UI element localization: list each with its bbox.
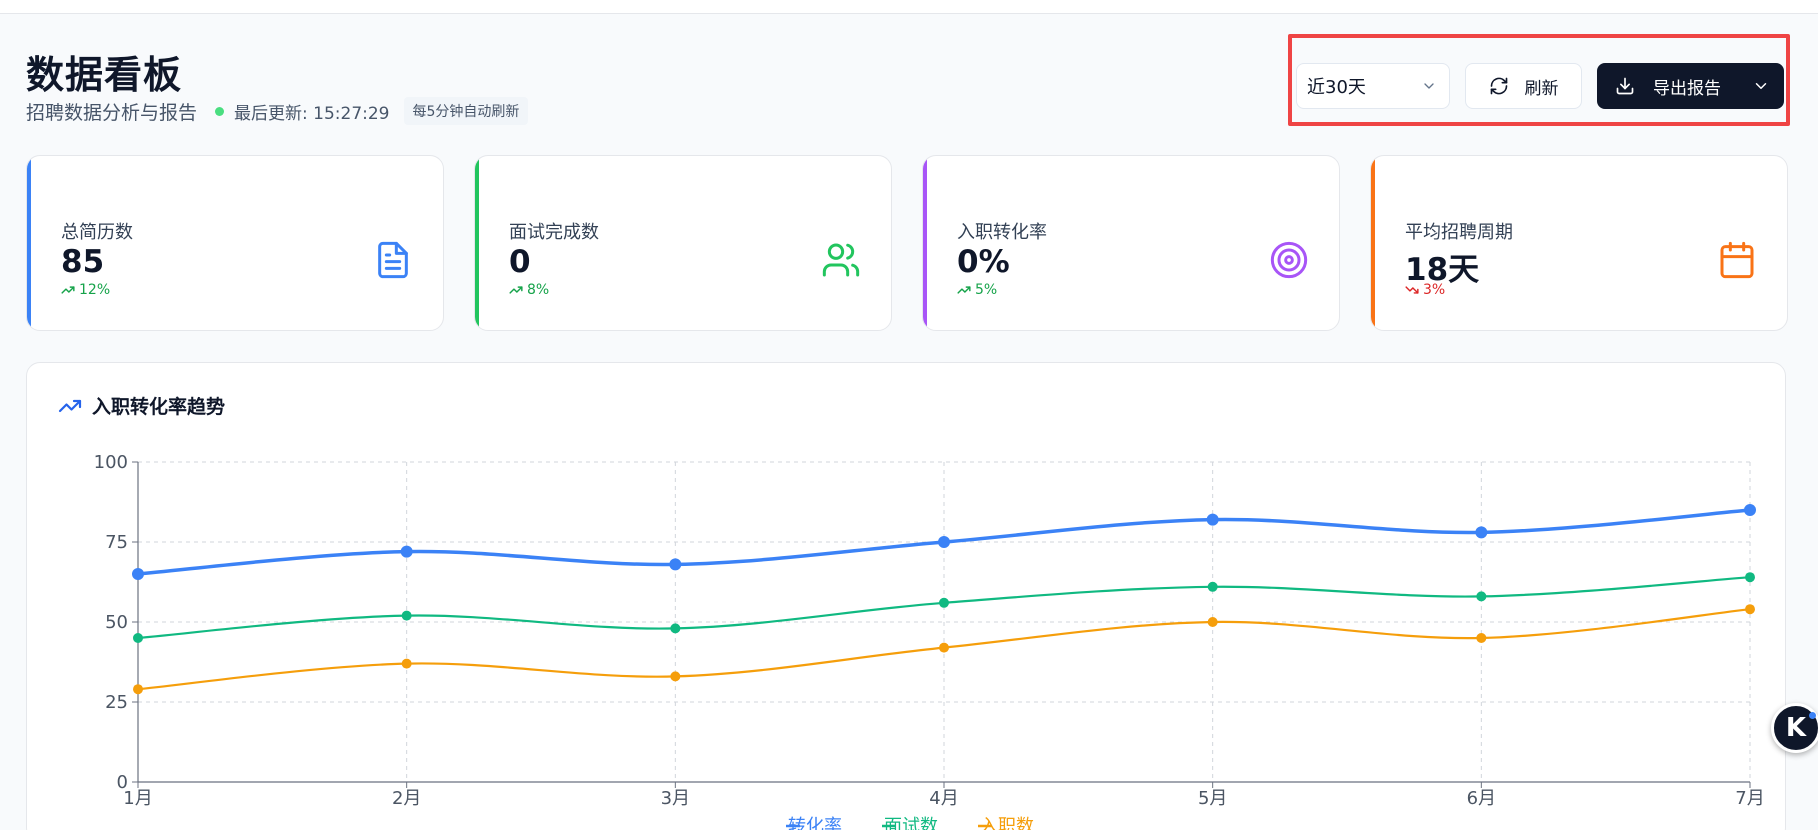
conversion-trend-chart: 02550751001月 2月 3月 4月 5月 6月 7月转化率 面试数 入职数 bbox=[94, 452, 1765, 830]
data-point bbox=[939, 597, 949, 608]
data-point bbox=[132, 568, 144, 580]
data-point bbox=[1476, 591, 1487, 602]
x-tick-label: 7月 bbox=[1735, 788, 1764, 809]
data-point bbox=[939, 642, 949, 653]
data-point bbox=[400, 545, 413, 558]
y-tick-label: 25 bbox=[105, 692, 128, 713]
y-tick-label: 50 bbox=[105, 612, 128, 633]
data-point bbox=[133, 633, 143, 643]
x-tick-label: 3月 bbox=[661, 788, 690, 809]
data-point bbox=[1207, 617, 1218, 627]
data-point bbox=[401, 658, 412, 669]
data-point bbox=[669, 558, 682, 571]
y-tick-label: 75 bbox=[105, 532, 128, 553]
data-point bbox=[1745, 572, 1755, 583]
data-point bbox=[670, 623, 681, 634]
data-point bbox=[1744, 504, 1756, 516]
data-point bbox=[1206, 513, 1219, 526]
data-point bbox=[1475, 526, 1488, 539]
floating-assistant-button[interactable]: K bbox=[1771, 703, 1818, 753]
x-tick-label: 2月 bbox=[392, 788, 421, 809]
x-tick-label: 1月 bbox=[123, 788, 152, 809]
data-point bbox=[938, 536, 950, 548]
floating-assistant-label: K bbox=[1785, 713, 1807, 743]
y-tick-label: 100 bbox=[94, 452, 128, 473]
legend-entry: 转化率 bbox=[788, 816, 842, 830]
x-tick-label: 6月 bbox=[1467, 788, 1496, 809]
data-point bbox=[401, 610, 412, 621]
data-point bbox=[133, 684, 143, 695]
legend-entry: 面试数 bbox=[884, 816, 938, 830]
x-tick-label: 4月 bbox=[929, 788, 958, 809]
notification-dot bbox=[1809, 712, 1816, 719]
data-point bbox=[1476, 633, 1487, 643]
data-point bbox=[1207, 581, 1218, 592]
data-point bbox=[1745, 604, 1755, 615]
x-tick-label: 5月 bbox=[1198, 788, 1227, 809]
legend-entry: 入职数 bbox=[980, 816, 1034, 830]
data-point bbox=[670, 671, 681, 682]
